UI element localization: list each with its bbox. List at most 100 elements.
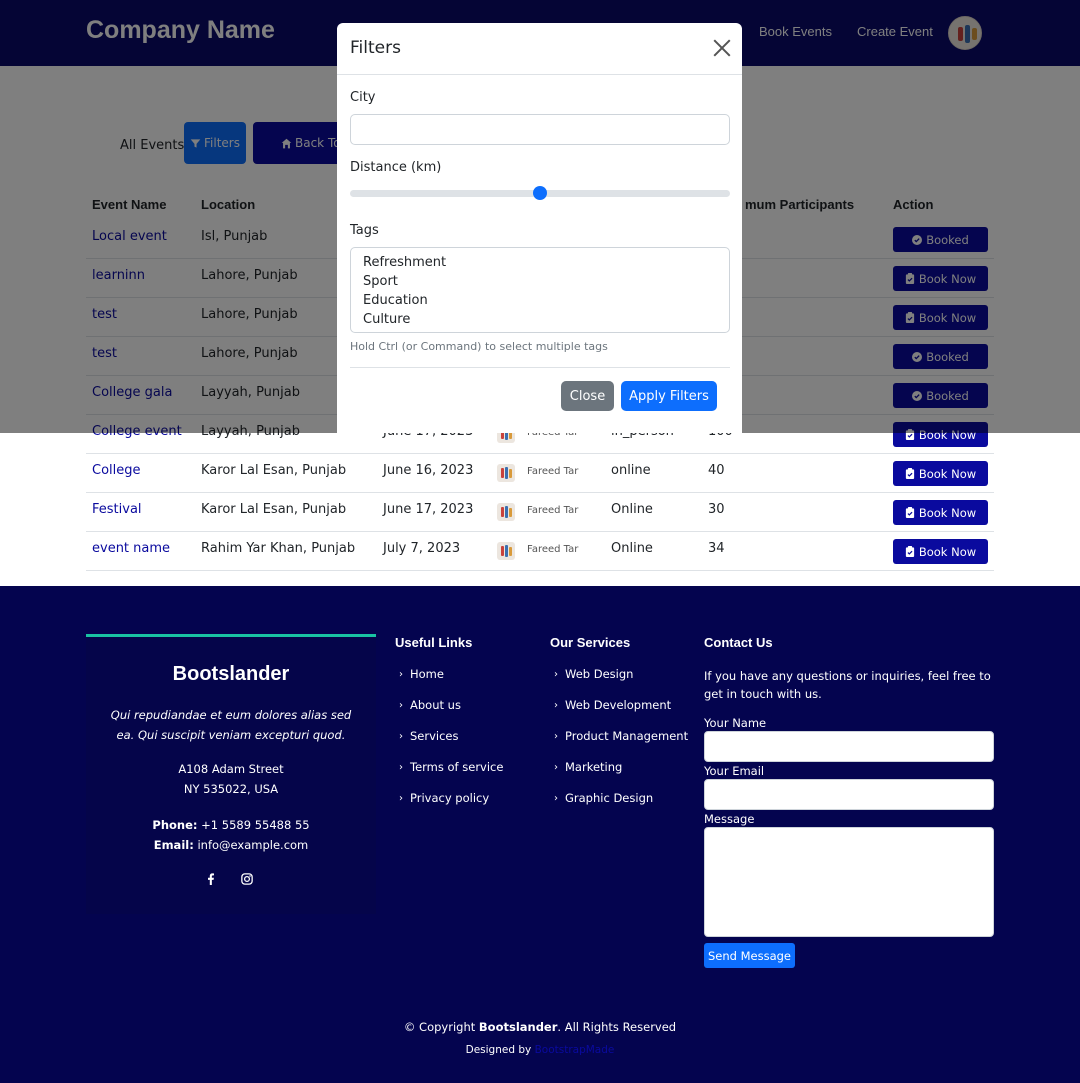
- tag-option[interactable]: Refreshment: [363, 253, 717, 272]
- event-name-link[interactable]: event name: [92, 541, 170, 556]
- event-location: Karor Lal Esan, Punjab: [201, 463, 347, 478]
- event-mode: Online: [611, 541, 653, 556]
- footer-link-label: Terms of service: [410, 760, 504, 774]
- designed-by: Designed by BootstrapMade: [0, 1044, 1080, 1056]
- action-label: Book Now: [918, 544, 977, 559]
- contact-intro: If you have any questions or inquiries, …: [704, 669, 991, 701]
- send-message-button[interactable]: Send Message: [704, 943, 795, 968]
- clipboard-check-icon: [905, 546, 914, 557]
- tag-option[interactable]: Sport: [363, 272, 717, 291]
- message-label: Message: [704, 812, 755, 826]
- footer: Bootslander Qui repudiandae et eum dolor…: [0, 586, 1080, 1083]
- table-row: Festival Karor Lal Esan, Punjab June 17,…: [86, 493, 994, 532]
- modal-header: Filters: [337, 23, 742, 75]
- event-name-link[interactable]: Festival: [92, 502, 142, 517]
- chevron-right-icon: ›: [399, 792, 403, 804]
- service-link-web-development[interactable]: › Web Development: [554, 698, 671, 712]
- distance-slider-thumb[interactable]: [533, 186, 547, 200]
- service-link-label: Web Design: [565, 667, 634, 681]
- footer-contact-info: Phone: +1 5589 55488 55 Email: info@exam…: [86, 815, 376, 855]
- table-row: event name Rahim Yar Khan, Punjab July 7…: [86, 532, 994, 571]
- book-now-button[interactable]: Book Now: [893, 500, 988, 525]
- copyright-prefix: © Copyright: [403, 1020, 476, 1034]
- chevron-right-icon: ›: [554, 761, 558, 773]
- event-participants: 34: [708, 541, 725, 556]
- creator-avatar: [497, 503, 515, 521]
- chevron-right-icon: ›: [399, 761, 403, 773]
- facebook-icon[interactable]: [205, 873, 217, 885]
- apply-filters-button[interactable]: Apply Filters: [621, 381, 717, 411]
- footer-link-services[interactable]: › Services: [399, 729, 459, 743]
- tags-help-text: Hold Ctrl (or Command) to select multipl…: [350, 340, 608, 353]
- creator-avatar: [497, 464, 515, 482]
- designer-link[interactable]: BootstrapMade: [535, 1044, 615, 1056]
- copyright-brand: Bootslander: [478, 1020, 558, 1034]
- book-now-button[interactable]: Book Now: [893, 461, 988, 486]
- footer-brand: Bootslander: [172, 663, 290, 685]
- event-participants: 40: [708, 463, 725, 478]
- chevron-right-icon: ›: [554, 792, 558, 804]
- event-creator: Fareed Tar: [527, 505, 579, 516]
- footer-link-label: About us: [410, 698, 461, 712]
- copyright-suffix: . All Rights Reserved: [557, 1020, 677, 1034]
- event-creator: Fareed Tar: [527, 544, 579, 555]
- footer-description: Qui repudiandae et eum dolores alias sed…: [110, 708, 352, 742]
- chevron-right-icon: ›: [554, 668, 558, 680]
- service-link-label: Web Development: [565, 698, 672, 712]
- useful-links-title: Useful Links: [395, 635, 473, 650]
- address-line-2: NY 535022, USA: [183, 782, 279, 796]
- footer-link-privacy[interactable]: › Privacy policy: [399, 791, 489, 805]
- email-label: Email:: [153, 838, 194, 852]
- footer-link-label: Home: [410, 667, 444, 681]
- designed-prefix: Designed by: [465, 1044, 532, 1056]
- footer-about-card: Bootslander Qui repudiandae et eum dolor…: [86, 634, 376, 914]
- clipboard-check-icon: [905, 507, 914, 518]
- event-mode: online: [611, 463, 651, 478]
- table-row: College Karor Lal Esan, Punjab June 16, …: [86, 454, 994, 493]
- tags-multiselect[interactable]: Refreshment Sport Education Culture: [350, 247, 730, 333]
- tag-option[interactable]: Culture: [363, 310, 717, 329]
- your-email-label: Your Email: [704, 764, 765, 778]
- instagram-icon[interactable]: [241, 873, 253, 885]
- event-name-link[interactable]: College: [92, 463, 141, 478]
- message-textarea[interactable]: [704, 827, 994, 937]
- service-link-web-design[interactable]: › Web Design: [554, 667, 633, 681]
- creator-avatar: [497, 542, 515, 560]
- clipboard-check-icon: [905, 468, 914, 479]
- your-email-input[interactable]: [704, 779, 994, 810]
- service-link-label: Product Management: [565, 729, 689, 743]
- address-line-1: A108 Adam Street: [178, 762, 284, 776]
- email-value: info@example.com: [197, 838, 309, 852]
- copyright-text: © Copyright Bootslander. All Rights Rese…: [0, 1020, 1080, 1034]
- distance-label: Distance (km): [350, 160, 442, 175]
- service-link-label: Graphic Design: [565, 791, 654, 805]
- close-icon[interactable]: [713, 39, 731, 57]
- contact-us-title: Contact Us: [704, 635, 773, 650]
- footer-link-label: Privacy policy: [410, 791, 490, 805]
- your-name-label: Your Name: [704, 716, 767, 730]
- chevron-right-icon: ›: [399, 668, 403, 680]
- modal-title: Filters: [350, 38, 401, 58]
- chevron-right-icon: ›: [399, 730, 403, 742]
- close-button[interactable]: Close: [561, 381, 614, 411]
- action-label: Book Now: [918, 466, 977, 481]
- chevron-right-icon: ›: [554, 730, 558, 742]
- book-now-button[interactable]: Book Now: [893, 539, 988, 564]
- our-services-title: Our Services: [550, 635, 631, 650]
- footer-address: A108 Adam Street NY 535022, USA: [86, 759, 376, 799]
- event-mode: Online: [611, 502, 653, 517]
- service-link-graphic-design[interactable]: › Graphic Design: [554, 791, 653, 805]
- event-date: June 16, 2023: [383, 463, 474, 478]
- tag-option[interactable]: Education: [363, 291, 717, 310]
- footer-link-home[interactable]: › Home: [399, 667, 444, 681]
- modal-footer-divider: [350, 367, 730, 368]
- footer-link-about[interactable]: › About us: [399, 698, 461, 712]
- service-link-marketing[interactable]: › Marketing: [554, 760, 622, 774]
- service-link-product-management[interactable]: › Product Management: [554, 729, 688, 743]
- event-participants: 30: [708, 502, 725, 517]
- city-input[interactable]: [350, 114, 730, 145]
- chevron-right-icon: ›: [399, 699, 403, 711]
- event-location: Karor Lal Esan, Punjab: [201, 502, 347, 517]
- footer-link-terms[interactable]: › Terms of service: [399, 760, 503, 774]
- your-name-input[interactable]: [704, 731, 994, 762]
